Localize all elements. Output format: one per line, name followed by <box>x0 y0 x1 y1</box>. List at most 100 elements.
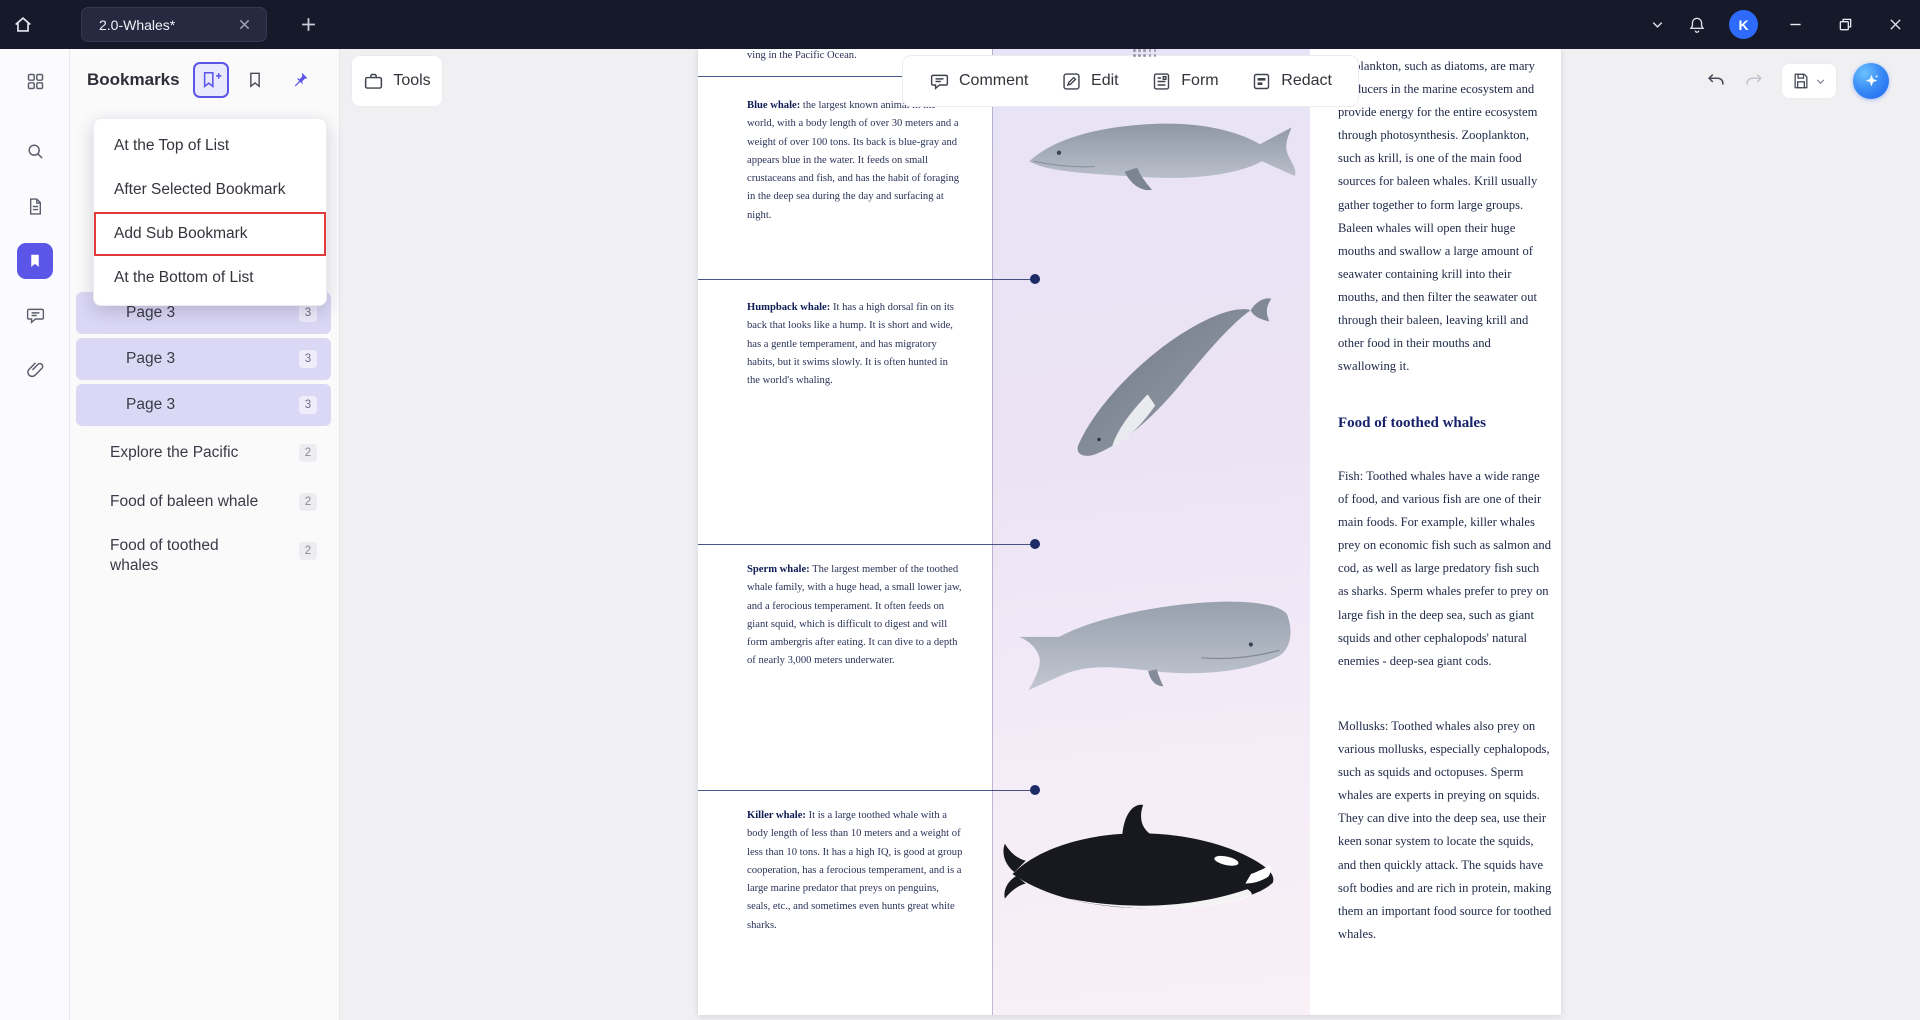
humpback-whale-text: It has a high dorsal fin on its back tha… <box>747 302 954 386</box>
killer-whale-image <box>1000 804 1290 946</box>
attachment-icon <box>25 359 46 380</box>
avatar-initial: K <box>1738 17 1748 33</box>
menu-item-after-selected[interactable]: After Selected Bookmark <box>94 168 326 212</box>
bookmark-add-menu: At the Top of List After Selected Bookma… <box>93 118 327 306</box>
redact-icon <box>1251 71 1272 92</box>
humpback-whale-image <box>1043 297 1288 475</box>
document-tab[interactable]: 2.0-Whales* <box>81 7 267 42</box>
rail-bookmarks-button[interactable] <box>17 243 53 279</box>
bell-icon <box>1687 15 1707 35</box>
menu-item-bottom-of-list[interactable]: At the Bottom of List <box>94 256 326 300</box>
right-column-paragraph-3: Mollusks: Toothed whales also prey on va… <box>1338 715 1552 946</box>
bookmark-count-badge: 3 <box>299 304 317 322</box>
edit-icon <box>1061 71 1082 92</box>
notifications-button[interactable] <box>1677 0 1717 49</box>
restore-button[interactable] <box>1820 0 1870 49</box>
bookmark-item-page3-3[interactable]: Page 3 3 <box>76 384 331 426</box>
doc-top-fragment: ving in the Pacific Ocean. <box>747 50 857 61</box>
new-tab-button[interactable] <box>292 8 324 40</box>
main-toolbar: Comment Edit Form Redact <box>902 55 1359 107</box>
topbar: 2.0-Whales* K <box>0 0 1920 49</box>
add-bookmark-button[interactable] <box>193 62 229 98</box>
ai-assistant-button[interactable] <box>1853 63 1889 99</box>
edit-tool-button[interactable]: Edit <box>1061 71 1119 92</box>
rail-attachments-button[interactable] <box>17 351 53 387</box>
timeline-dot <box>1030 274 1040 284</box>
toolbar-drag-handle[interactable] <box>1133 49 1157 57</box>
form-tool-button[interactable]: Form <box>1151 71 1218 92</box>
bookmark-count-badge: 2 <box>299 444 317 462</box>
bookmark-label: Food of toothed whales <box>110 536 270 576</box>
bookmark-label: Page 3 <box>126 304 175 322</box>
bookmark-label: Page 3 <box>126 350 175 368</box>
bookmark-label: Page 3 <box>126 396 175 414</box>
rail-pages-button[interactable] <box>17 188 53 224</box>
timeline-dot <box>1030 785 1040 795</box>
bookmark-label: Explore the Pacific <box>110 443 238 463</box>
bookmark-outline-icon <box>245 70 265 90</box>
sperm-whale-paragraph: Sperm whale: The largest member of the t… <box>747 561 963 671</box>
collapse-toolbar-button[interactable] <box>1637 0 1677 49</box>
pdf-page: ving in the Pacific Ocean. Blue whale: t… <box>698 49 1561 1015</box>
home-icon <box>12 14 34 36</box>
edit-label: Edit <box>1091 72 1119 90</box>
blue-whale-image <box>1023 101 1298 213</box>
humpback-whale-lead: Humpback whale: <box>747 302 830 313</box>
close-icon <box>1888 17 1903 32</box>
menu-item-top-of-list[interactable]: At the Top of List <box>94 124 326 168</box>
killer-whale-paragraph: Killer whale: It is a large toothed whal… <box>747 807 963 935</box>
right-column-paragraph-2: Fish: Toothed whales have a wide range o… <box>1338 465 1552 673</box>
right-column-paragraph-1: ytoplankton, such as diatoms, are mary p… <box>1338 55 1552 378</box>
killer-whale-lead: Killer whale: <box>747 810 806 821</box>
chevron-down-icon <box>1650 17 1665 32</box>
undo-button[interactable] <box>1705 70 1727 92</box>
humpback-whale-paragraph: Humpback whale: It has a high dorsal fin… <box>747 299 963 390</box>
rail-comments-button[interactable] <box>17 297 53 333</box>
sperm-whale-lead: Sperm whale: <box>747 564 810 575</box>
pdf-editor-app: 2.0-Whales* K <box>0 0 1920 1020</box>
save-button[interactable] <box>1781 63 1837 99</box>
tab-title: 2.0-Whales* <box>99 17 234 33</box>
comment-label: Comment <box>959 72 1028 90</box>
rail-search-button[interactable] <box>17 133 53 169</box>
apps-icon <box>25 71 46 92</box>
redo-icon <box>1743 70 1765 92</box>
timeline-dot <box>1030 539 1040 549</box>
save-menu-chevron-icon <box>1814 75 1827 88</box>
tools-button[interactable]: Tools <box>351 55 443 107</box>
form-label: Form <box>1181 72 1218 90</box>
form-icon <box>1151 71 1172 92</box>
add-bookmark-icon <box>199 70 223 90</box>
comment-tool-button[interactable]: Comment <box>929 71 1028 92</box>
tab-close-icon[interactable] <box>234 15 254 35</box>
search-icon <box>25 141 46 162</box>
bookmark-item-explore-pacific[interactable]: Explore the Pacific 2 <box>76 432 331 474</box>
redo-button[interactable] <box>1743 70 1765 92</box>
bookmark-item-page3-2[interactable]: Page 3 3 <box>76 338 331 380</box>
pages-icon <box>25 196 46 217</box>
blue-whale-text: the largest known animal in the world, w… <box>747 100 959 221</box>
bookmark-manage-button[interactable] <box>237 62 273 98</box>
bookmark-count-badge: 3 <box>299 350 317 368</box>
blue-whale-lead: Blue whale: <box>747 100 800 111</box>
section-line <box>698 790 1040 791</box>
menu-item-add-sub-bookmark[interactable]: Add Sub Bookmark <box>94 212 326 256</box>
minimize-button[interactable] <box>1770 0 1820 49</box>
bookmark-count-badge: 3 <box>299 396 317 414</box>
close-button[interactable] <box>1870 0 1920 49</box>
comment-icon <box>25 305 46 326</box>
bookmark-count-badge: 2 <box>299 493 317 511</box>
right-column-heading: Food of toothed whales <box>1338 415 1486 432</box>
bookmark-item-food-toothed[interactable]: Food of toothed whales 2 <box>76 530 331 584</box>
bookmark-item-food-baleen[interactable]: Food of baleen whale 2 <box>76 481 331 523</box>
bookmarks-panel-title: Bookmarks <box>87 70 180 90</box>
rail-apps-button[interactable] <box>17 63 53 99</box>
left-icon-rail <box>0 49 70 1020</box>
tools-icon <box>363 71 384 92</box>
ai-sparkle-icon <box>1862 72 1881 91</box>
redact-tool-button[interactable]: Redact <box>1251 71 1332 92</box>
home-button[interactable] <box>0 0 46 49</box>
pin-panel-button[interactable] <box>282 62 318 98</box>
user-avatar[interactable]: K <box>1729 10 1758 39</box>
topbar-right-controls: K <box>1637 0 1920 49</box>
